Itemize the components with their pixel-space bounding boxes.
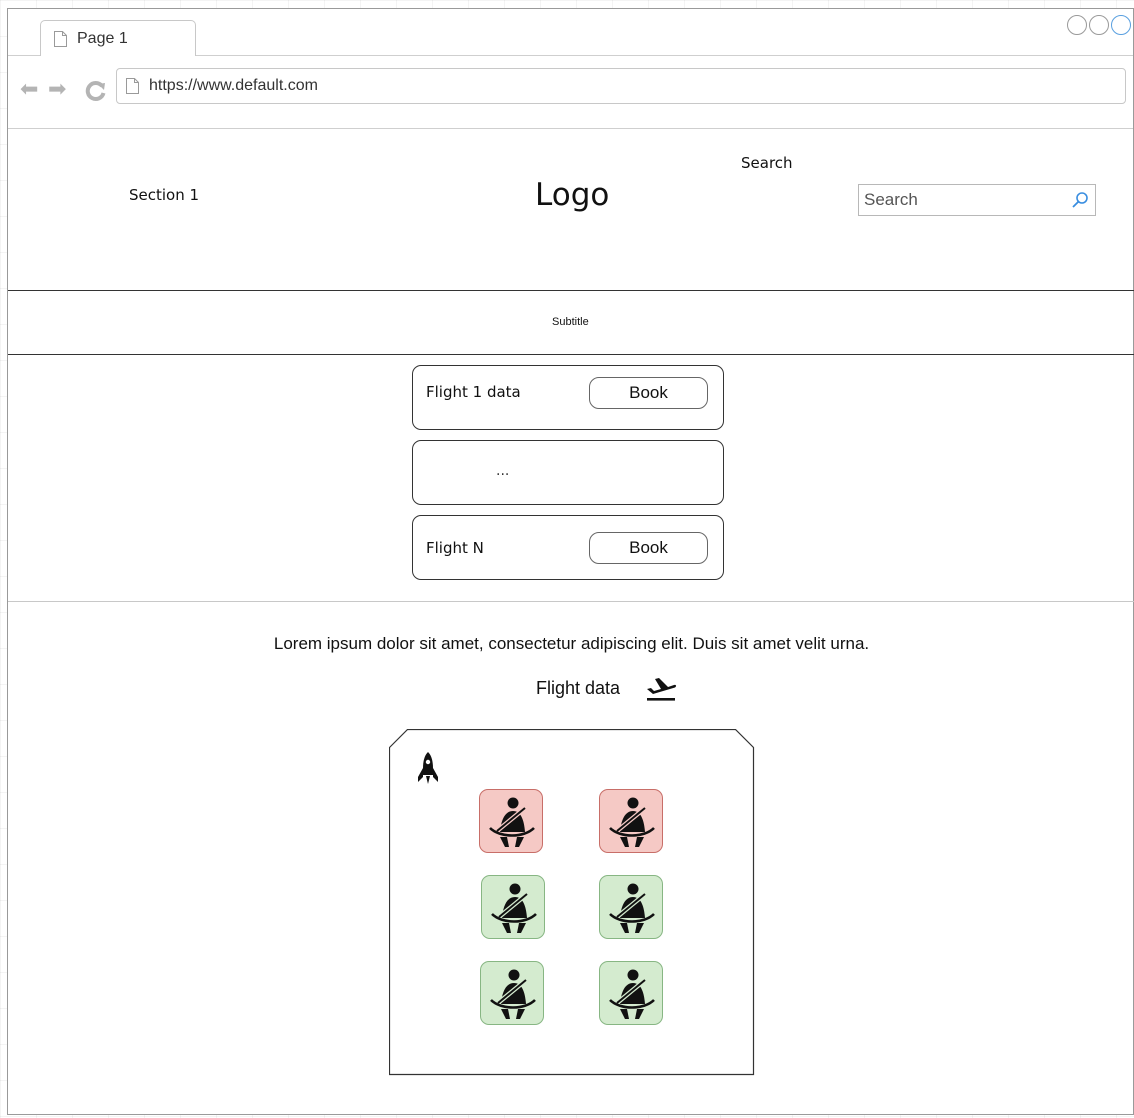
- seatbelt-passenger-icon: [609, 883, 655, 933]
- book-button[interactable]: Book: [589, 532, 708, 564]
- seat-available[interactable]: [481, 875, 545, 939]
- tab-title: Page 1: [77, 30, 128, 47]
- address-toolbar: ⬅ ➡ https://www.default.com: [8, 56, 1133, 129]
- rocket-icon: [418, 752, 438, 784]
- seat-occupied[interactable]: [479, 789, 543, 853]
- subtitle-text: Subtitle: [552, 316, 589, 328]
- search-input[interactable]: [859, 185, 1064, 215]
- plane-takeoff-icon: [647, 678, 677, 701]
- magnifier-icon[interactable]: [1071, 191, 1089, 209]
- seatbelt-passenger-icon: [609, 797, 655, 847]
- flight-card: Flight N Book: [412, 515, 724, 580]
- page-icon: [54, 31, 67, 47]
- url-text: https://www.default.com: [149, 77, 318, 94]
- ellipsis-text: ...: [496, 463, 510, 479]
- flight-text: Flight N: [426, 539, 484, 557]
- flight-card: Flight 1 data Book: [412, 365, 724, 430]
- maximize-control[interactable]: [1089, 15, 1109, 35]
- seat-available[interactable]: [480, 961, 544, 1025]
- seatbelt-passenger-icon: [489, 797, 535, 847]
- back-arrow-icon[interactable]: ⬅: [20, 78, 38, 100]
- seat-available[interactable]: [599, 961, 663, 1025]
- section-1-link[interactable]: Section 1: [129, 186, 199, 204]
- search-box: [858, 184, 1096, 216]
- flight-data-label: Flight data: [536, 678, 621, 698]
- seatbelt-passenger-icon: [609, 969, 655, 1019]
- seatbelt-passenger-icon: [491, 883, 537, 933]
- seat-occupied[interactable]: [599, 789, 663, 853]
- minimize-control[interactable]: [1067, 15, 1087, 35]
- browser-tab[interactable]: Page 1: [40, 20, 196, 56]
- reload-icon[interactable]: [85, 80, 107, 102]
- search-label: Search: [741, 154, 793, 172]
- subtitle-banner: Subtitle: [8, 290, 1134, 355]
- section-divider: [8, 601, 1134, 602]
- browser-window: Page 1 ⬅ ➡ https://www.default.com Secti…: [7, 8, 1134, 1115]
- flight-card-ellipsis: ...: [412, 440, 724, 505]
- flight-text: Flight 1 data: [426, 383, 521, 401]
- page-icon: [126, 78, 139, 94]
- description-text: Lorem ipsum dolor sit amet, consectetur …: [273, 634, 870, 653]
- window-controls: [1067, 15, 1131, 35]
- seat-available[interactable]: [599, 875, 663, 939]
- seatbelt-passenger-icon: [490, 969, 536, 1019]
- tab-strip: Page 1: [8, 9, 1133, 56]
- seat-map: [389, 729, 755, 1076]
- book-button[interactable]: Book: [589, 377, 708, 409]
- seat-map-frame: [389, 729, 755, 1076]
- logo: Logo: [535, 177, 610, 213]
- forward-arrow-icon[interactable]: ➡: [48, 78, 66, 100]
- address-bar[interactable]: https://www.default.com: [116, 68, 1126, 104]
- close-control[interactable]: [1111, 15, 1131, 35]
